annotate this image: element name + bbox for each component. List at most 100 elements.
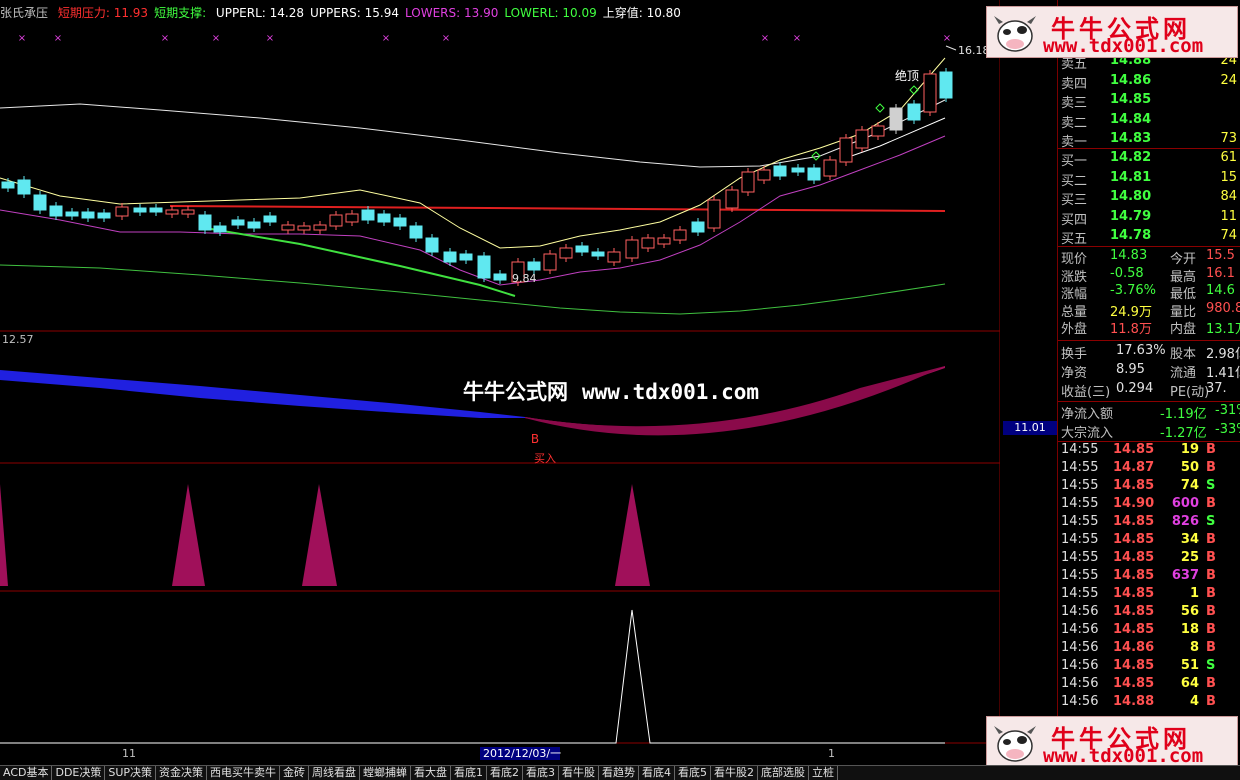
tab-15[interactable]: 看底5 [675,766,712,780]
candle-body [807,167,821,181]
bid-price: 14.78 [1110,228,1152,243]
quote-label: 最低 [1170,287,1197,303]
candle-body [361,209,375,221]
bid-volume: 11 [1220,208,1237,224]
tick-price: 14.85 [1113,478,1155,493]
tick-price: 14.85 [1113,676,1155,691]
short-pressure-line [169,205,946,212]
formula-tab-bar: ACD基本 DDE决策 SUP决策 资金决策 西电买牛卖牛 金砖 周线看盘 螳螂捕蝉 看大盘 看底… [0,765,1240,780]
candle-body [641,237,655,249]
tick-volume: 64 [1180,676,1199,691]
candle-body [591,251,605,257]
fin-label: 股本 [1170,347,1197,362]
tab-8[interactable]: 看大盘 [411,766,452,780]
quote-label: 总量 [1061,304,1088,320]
tab-16[interactable]: 看牛股2 [711,766,759,780]
candle-body [313,224,327,231]
tick-volume: 4 [1189,694,1199,709]
fin-value: 1.41亿 [1206,366,1240,381]
candle-body [263,215,277,223]
bid-label: 买三 [1061,193,1088,208]
cow-logo-icon [994,726,1036,762]
signal-triangle [0,484,8,586]
bid-label: 买四 [1061,212,1088,228]
watermark-top: 牛牛公式网 www.tdx001.com [986,6,1238,58]
tick-volume: 637 [1171,568,1199,583]
tick-price: 14.90 [1113,496,1155,511]
bid-row: 买二 14.81 15 [1058,169,1240,189]
tick-side: S [1206,658,1216,673]
tick-row: 14:56 14.85 18 B [1058,622,1240,640]
quote-label: 外盘 [1061,322,1088,338]
watermark-top-url: www.tdx001.com [1043,35,1204,57]
tick-row: 14:56 14.85 56 B [1058,604,1240,622]
candle-body [247,221,261,229]
flow-row: 大宗流入 -1.27亿 -33% [1058,422,1240,441]
tick-time: 14:56 [1061,676,1099,691]
candle-body [149,207,163,213]
tick-row: 14:56 14.86 8 B [1058,640,1240,658]
signal-marker: × [382,33,390,44]
sub1-cursor-marker: 11.01 [1003,421,1057,435]
bid-label: 买一 [1061,154,1088,169]
tab-14[interactable]: 看底4 [639,766,676,780]
tab-1[interactable]: DDE决策 [52,766,106,780]
tab-5[interactable]: 金砖 [280,766,310,780]
quote-row: 总量 24.9万 量比 980.8 [1058,301,1240,320]
fin-value: 8.95 [1116,362,1145,377]
tab-11[interactable]: 看底3 [523,766,560,780]
candle-body [773,165,787,177]
ask-volume: 24 [1220,72,1237,88]
tab-2[interactable]: SUP决策 [105,766,157,780]
center-watermark-url: www.tdx001.com [582,380,760,404]
quote-value: 15.5 [1206,248,1235,263]
tick-price: 14.88 [1113,694,1155,709]
candle-body [281,224,295,231]
fin-label: 收益(三) [1061,385,1111,400]
tab-7[interactable]: 螳螂捕蝉 [360,766,412,780]
uppers-line [0,57,946,249]
tab-12[interactable]: 看牛股 [559,766,600,780]
candle-body [181,209,195,215]
bid-price: 14.81 [1110,169,1152,185]
blue-band [0,370,525,418]
tab-17[interactable]: 底部选股 [758,766,810,780]
panel-separator [1058,401,1240,402]
flow-percent: -33% [1215,422,1240,437]
tab-9[interactable]: 看底1 [451,766,488,780]
quote-label: 涨跌 [1061,269,1088,285]
tab-4[interactable]: 西电买牛卖牛 [207,766,281,780]
bid-row: 买四 14.79 11 [1058,208,1240,228]
candle-body [425,237,439,253]
chart-area[interactable]: 16.0015.0014.0013.0012.0011.0010.00×××××… [0,0,1000,760]
signal-marker: × [943,33,951,44]
lowerl-line [0,264,946,315]
fin-value: 2.98亿 [1206,347,1240,362]
tick-side: B [1206,550,1216,565]
tick-side: B [1206,568,1216,583]
tab-18[interactable]: 立桩 [809,766,839,780]
candle-body [329,214,343,227]
candle-body [791,167,805,173]
tick-volume: 34 [1180,532,1199,547]
signal-marker: × [54,33,62,44]
candle-body [527,261,541,271]
bid-price: 14.79 [1110,208,1152,224]
tick-side: S [1206,514,1216,529]
candle-body [559,247,573,259]
tick-side: B [1206,496,1216,511]
tick-side: B [1206,460,1216,475]
tick-row: 14:55 14.87 50 B [1058,460,1240,478]
tab-0[interactable]: ACD基本 [0,766,53,780]
tab-6[interactable]: 周线看盘 [309,766,361,780]
bid-row: 买五 14.78 74 [1058,228,1240,247]
indicator-legend: 张氏承压 短期压力: 11.93 短期支撑: UPPERL: 14.28 UPPER… [0,4,693,22]
candle-body [33,194,47,211]
signal-marker: × [266,33,274,44]
legend-item: UPPERL: 14.28 [215,6,304,20]
quote-value: 16.1 [1206,265,1235,281]
tab-3[interactable]: 资金决策 [156,766,208,780]
tab-13[interactable]: 看趋势 [599,766,640,780]
tab-10[interactable]: 看底2 [487,766,524,780]
watermark-bottom: 牛牛公式网 www.tdx001.com [986,716,1238,768]
